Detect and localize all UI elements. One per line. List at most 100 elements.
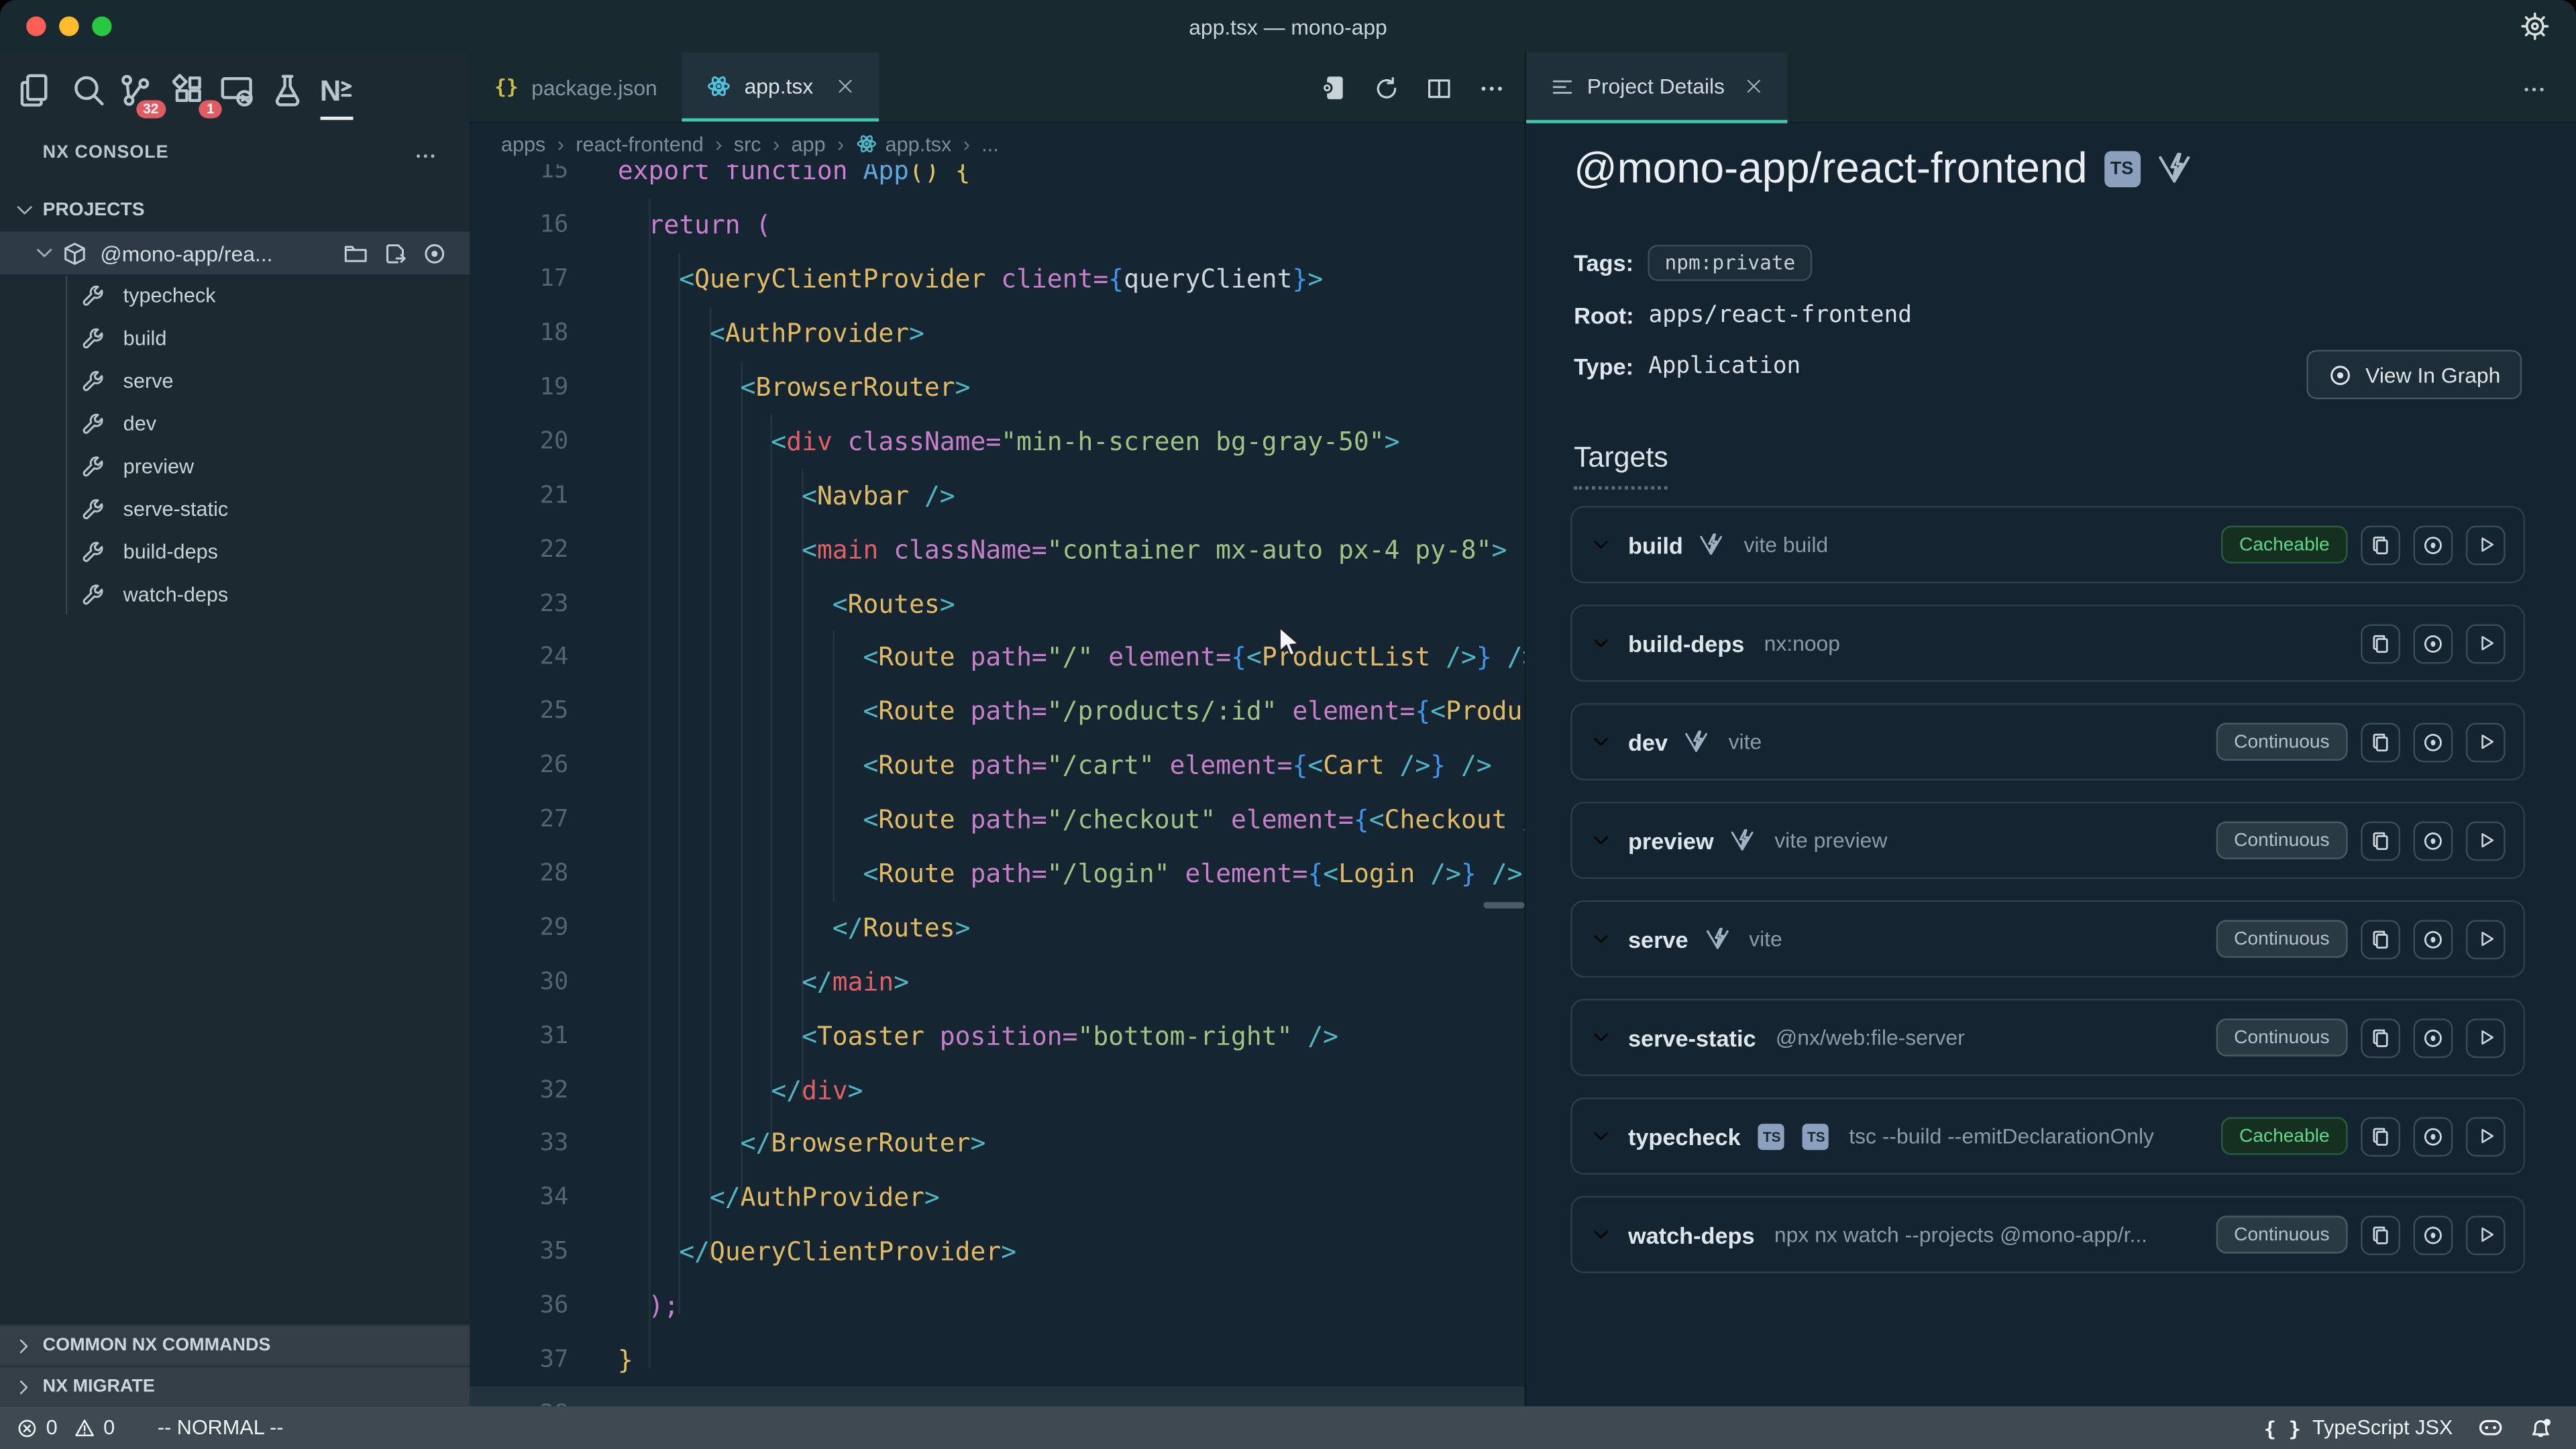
- open-config-icon[interactable]: [383, 241, 408, 266]
- sidebar-target-typecheck[interactable]: typecheck: [0, 274, 470, 317]
- run-button[interactable]: [2466, 919, 2506, 959]
- target-label: build: [123, 327, 167, 350]
- run-button[interactable]: [2466, 722, 2506, 761]
- run-button[interactable]: [2466, 623, 2506, 663]
- notifications-bell-icon[interactable]: [2528, 1415, 2553, 1440]
- line-number: 21: [470, 482, 568, 508]
- view-in-graph-button[interactable]: View In Graph: [2306, 350, 2522, 399]
- target-name: watch-deps: [1628, 1222, 1755, 1248]
- code-editor[interactable]: 15export function App() {16 return (17 <…: [470, 164, 1524, 1406]
- line-number: 16: [470, 213, 568, 239]
- sidebar-target-serve-static[interactable]: serve-static: [0, 488, 470, 531]
- tab-app.tsx[interactable]: app.tsx: [682, 52, 879, 121]
- sidebar-target-build[interactable]: build: [0, 317, 470, 360]
- chevron-down-icon[interactable]: [1591, 534, 1612, 555]
- sidebar-section-common-nx-commands[interactable]: COMMON NX COMMANDS: [0, 1324, 470, 1365]
- target-label: preview: [123, 455, 194, 478]
- editor-tab-bar: {}package.jsonapp.tsx: [470, 52, 1524, 123]
- copy-button[interactable]: [2361, 820, 2400, 860]
- copilot-icon[interactable]: [2477, 1415, 2504, 1441]
- copy-button[interactable]: [2361, 1116, 2400, 1156]
- badge-continuous: Continuous: [2216, 1216, 2347, 1253]
- close-icon[interactable]: [1744, 77, 1762, 95]
- copy-button[interactable]: [2361, 919, 2400, 959]
- chevron-down-icon[interactable]: [1591, 928, 1612, 950]
- line-number: 17: [470, 266, 568, 292]
- close-icon[interactable]: [837, 76, 855, 95]
- copy-button[interactable]: [2361, 1018, 2400, 1057]
- run-button[interactable]: [2466, 1116, 2506, 1156]
- chevron-down-icon[interactable]: [1591, 1224, 1612, 1245]
- minimize-window-button[interactable]: [59, 16, 78, 36]
- breadcrumb-item[interactable]: ...: [981, 132, 999, 155]
- more-actions-icon[interactable]: [414, 145, 437, 168]
- maximize-window-button[interactable]: [92, 16, 111, 36]
- run-button[interactable]: [2466, 525, 2506, 564]
- problems-status[interactable]: 0 0: [0, 1416, 115, 1439]
- eye-icon: [2422, 533, 2445, 556]
- more-actions-icon[interactable]: [1479, 74, 1505, 101]
- breadcrumb-item[interactable]: src: [734, 132, 761, 155]
- project-row-selected[interactable]: @mono-app/rea...: [0, 231, 470, 274]
- chevron-down-icon[interactable]: [1591, 633, 1612, 654]
- view-button[interactable]: [2414, 1116, 2453, 1156]
- target-name: build: [1628, 531, 1683, 557]
- activity-item-testing[interactable]: [270, 72, 306, 109]
- sidebar-target-preview[interactable]: preview: [0, 445, 470, 488]
- line-number: 18: [470, 321, 568, 347]
- sidebar-target-dev[interactable]: dev: [0, 402, 470, 445]
- breadcrumb-item[interactable]: app.tsx: [856, 132, 952, 155]
- view-button[interactable]: [2414, 623, 2453, 663]
- run-button[interactable]: [2466, 820, 2506, 860]
- copy-button[interactable]: [2361, 623, 2400, 663]
- copy-button[interactable]: [2361, 1215, 2400, 1254]
- run-button[interactable]: [2466, 1215, 2506, 1254]
- chevron-down-icon[interactable]: [1591, 830, 1612, 851]
- activity-item-source-control[interactable]: 32: [117, 72, 153, 109]
- breadcrumb-item[interactable]: apps: [501, 132, 545, 155]
- view-button[interactable]: [2414, 525, 2453, 564]
- view-button[interactable]: [2414, 820, 2453, 860]
- language-mode[interactable]: { } TypeScript JSX: [2264, 1415, 2453, 1440]
- run-button[interactable]: [2466, 1018, 2506, 1057]
- more-actions-icon[interactable]: [2522, 77, 2546, 102]
- sidebar-section-nx-migrate[interactable]: NX MIGRATE: [0, 1365, 470, 1406]
- list-icon: [1551, 74, 1574, 97]
- refresh-icon[interactable]: [1373, 74, 1399, 101]
- code-line-37: 37}: [470, 1334, 1524, 1388]
- sidebar-target-build-deps[interactable]: build-deps: [0, 531, 470, 574]
- view-button[interactable]: [2414, 1215, 2453, 1254]
- play-icon: [2475, 928, 2496, 950]
- chevron-down-icon[interactable]: [1591, 1126, 1612, 1147]
- activity-item-remote-explorer[interactable]: [219, 72, 255, 109]
- activity-item-files[interactable]: [16, 72, 52, 109]
- chevron-down-icon[interactable]: [1591, 731, 1612, 753]
- close-window-button[interactable]: [26, 16, 46, 36]
- scrollbar[interactable]: [1483, 902, 1524, 908]
- breadcrumb-item[interactable]: app: [792, 132, 826, 155]
- sidebar-target-serve[interactable]: serve: [0, 360, 470, 402]
- open-config-icon[interactable]: [1320, 74, 1348, 102]
- copy-button[interactable]: [2361, 525, 2400, 564]
- view-button[interactable]: [2414, 919, 2453, 959]
- target-icon[interactable]: [422, 241, 447, 266]
- folder-icon[interactable]: [343, 241, 368, 266]
- line-number: 37: [470, 1347, 568, 1373]
- activity-item-search[interactable]: [70, 72, 107, 109]
- breadcrumb-item[interactable]: react-frontend: [576, 132, 704, 155]
- activity-item-extensions[interactable]: 1: [172, 72, 209, 109]
- view-button[interactable]: [2414, 722, 2453, 761]
- project-row-actions: [343, 241, 470, 266]
- eye-icon: [2422, 1026, 2445, 1049]
- projects-section-header[interactable]: PROJECTS: [0, 189, 470, 232]
- tab-package.json[interactable]: {}package.json: [470, 52, 682, 121]
- activity-item-nx-console[interactable]: N: [319, 72, 355, 109]
- split-editor-icon[interactable]: [1426, 74, 1452, 101]
- gear-icon[interactable]: [2520, 11, 2550, 41]
- chevron-down-icon[interactable]: [1591, 1027, 1612, 1049]
- view-button[interactable]: [2414, 1018, 2453, 1057]
- sidebar-target-watch-deps[interactable]: watch-deps: [0, 574, 470, 616]
- tab-project-details[interactable]: Project Details: [1526, 52, 1787, 123]
- copy-button[interactable]: [2361, 722, 2400, 761]
- root-row: Root: apps/react-frontend: [1574, 303, 1912, 329]
